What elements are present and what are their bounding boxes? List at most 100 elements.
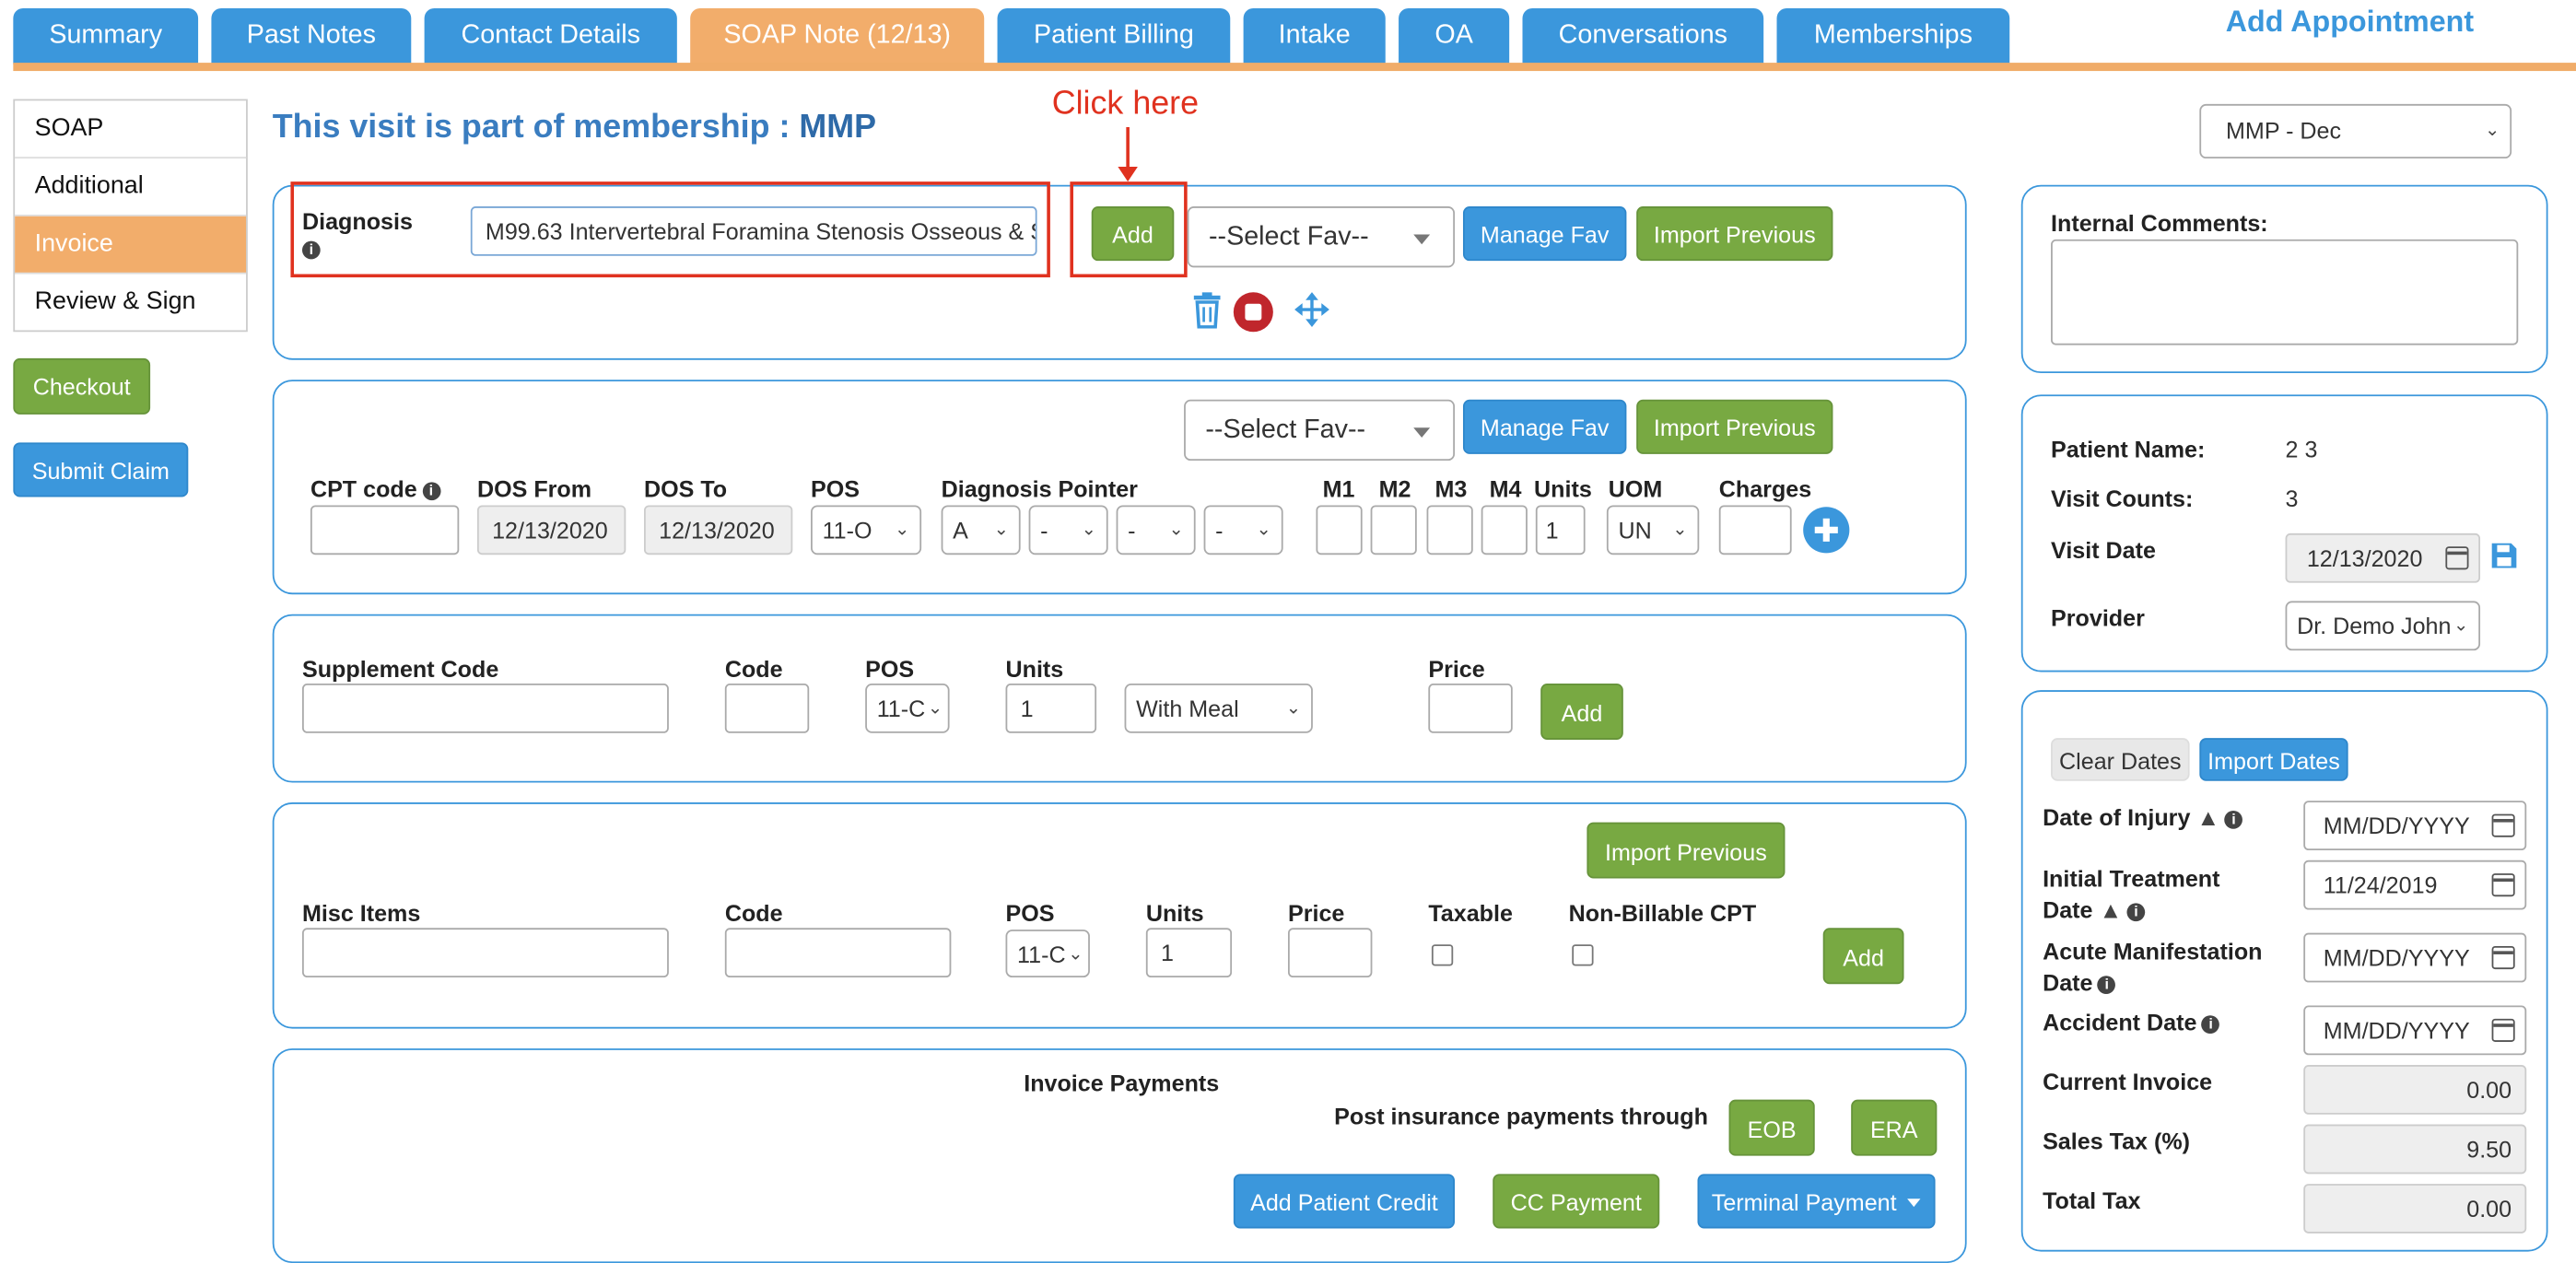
sales-tax-field: 9.50 bbox=[2303, 1124, 2527, 1175]
visit-counts-label: Visit Counts: bbox=[2051, 485, 2194, 512]
misc-import-previous-button[interactable]: Import Previous bbox=[1587, 822, 1786, 879]
side-menu-soap[interactable]: SOAP bbox=[15, 100, 247, 159]
supplement-units-input[interactable]: 1 bbox=[1005, 684, 1097, 733]
eob-button[interactable]: EOB bbox=[1728, 1099, 1815, 1156]
diagnosis-manage-fav-button[interactable]: Manage Fav bbox=[1462, 206, 1627, 262]
internal-comments-textarea[interactable] bbox=[2051, 239, 2519, 345]
cc-payment-button[interactable]: CC Payment bbox=[1493, 1174, 1660, 1229]
terminal-payment-label: Terminal Payment bbox=[1711, 1188, 1897, 1216]
pointer-a-value: A bbox=[953, 516, 968, 544]
misc-add-button[interactable]: Add bbox=[1822, 928, 1904, 985]
misc-price-label: Price bbox=[1287, 899, 1345, 927]
accident-date-input[interactable]: MM/DD/YYYY bbox=[2303, 1005, 2527, 1056]
cpt-manage-fav-button[interactable]: Manage Fav bbox=[1462, 399, 1627, 454]
chevron-down-icon: ⌄ bbox=[927, 698, 943, 719]
side-menu-review-sign[interactable]: Review & Sign bbox=[15, 275, 246, 331]
date-of-injury-input[interactable]: MM/DD/YYYY bbox=[2303, 801, 2527, 851]
tab-patient-billing[interactable]: Patient Billing bbox=[997, 7, 1231, 64]
cpt-select-fav[interactable]: --Select Fav-- bbox=[1184, 399, 1456, 462]
side-menu: SOAP Additional Invoice Review & Sign bbox=[13, 99, 248, 333]
stop-icon[interactable] bbox=[1232, 290, 1275, 333]
sales-tax-label: Sales Tax (%) bbox=[2043, 1128, 2191, 1154]
tab-soap-note[interactable]: SOAP Note (12/13) bbox=[690, 7, 985, 64]
supplement-price-input[interactable] bbox=[1428, 684, 1513, 733]
diagnosis-input[interactable]: M99.63 Intervertebral Foramina Stenosis … bbox=[470, 206, 1037, 256]
misc-pos-select[interactable]: 11-C ⌄ bbox=[1005, 930, 1090, 978]
clear-dates-button[interactable]: Clear Dates bbox=[2051, 738, 2190, 781]
supplement-pos-select[interactable]: 11-C ⌄ bbox=[865, 684, 950, 733]
dos-from-input[interactable]: 12/13/2020 bbox=[476, 505, 626, 555]
side-menu-invoice[interactable]: Invoice bbox=[15, 216, 247, 275]
uom-select[interactable]: UN ⌄ bbox=[1606, 505, 1700, 555]
dos-to-input[interactable]: 12/13/2020 bbox=[643, 505, 793, 555]
tab-conversations[interactable]: Conversations bbox=[1522, 7, 1764, 64]
chevron-down-icon: ⌄ bbox=[1081, 520, 1097, 541]
chevron-down-icon: ⌄ bbox=[2453, 615, 2469, 637]
m4-input[interactable] bbox=[1481, 505, 1528, 555]
acute-manifestation-input[interactable]: MM/DD/YYYY bbox=[2303, 932, 2527, 983]
save-icon[interactable] bbox=[2490, 542, 2518, 569]
charges-label: Charges bbox=[1718, 475, 1812, 502]
tab-oa[interactable]: OA bbox=[1399, 7, 1510, 64]
taxable-checkbox[interactable] bbox=[1431, 944, 1454, 966]
terminal-payment-button[interactable]: Terminal Payment bbox=[1697, 1174, 1936, 1229]
add-patient-credit-button[interactable]: Add Patient Credit bbox=[1233, 1174, 1456, 1229]
supplement-short-code-input[interactable] bbox=[724, 684, 810, 733]
move-icon[interactable] bbox=[1293, 290, 1330, 328]
cpt-pos-value: 11-O bbox=[822, 516, 872, 544]
accident-date-label-text: Accident Date bbox=[2043, 1009, 2197, 1035]
misc-price-input[interactable] bbox=[1287, 928, 1373, 978]
cpt-code-input[interactable] bbox=[310, 505, 460, 555]
supplement-code-input[interactable] bbox=[301, 684, 669, 733]
misc-code-input[interactable] bbox=[724, 928, 952, 978]
pointer-a-select[interactable]: A ⌄ bbox=[941, 505, 1021, 555]
cpt-import-previous-button[interactable]: Import Previous bbox=[1636, 399, 1833, 454]
units-input[interactable]: 1 bbox=[1535, 505, 1586, 555]
caret-down-icon bbox=[1907, 1199, 1922, 1208]
tab-contact-details[interactable]: Contact Details bbox=[424, 7, 677, 64]
m2-label: M2 bbox=[1378, 475, 1411, 502]
visit-date-input[interactable]: 12/13/2020 bbox=[2285, 532, 2481, 583]
injury-icon: ▲ bbox=[2092, 896, 2123, 923]
caret-down-icon bbox=[1413, 234, 1431, 245]
total-tax-field: 0.00 bbox=[2303, 1184, 2527, 1234]
pointer-b-select[interactable]: - ⌄ bbox=[1028, 505, 1108, 555]
tab-memberships[interactable]: Memberships bbox=[1776, 7, 2010, 64]
m3-input[interactable] bbox=[1426, 505, 1473, 555]
initial-treatment-input[interactable]: 11/24/2019 bbox=[2303, 860, 2527, 910]
diagnosis-select-fav[interactable]: --Select Fav-- bbox=[1187, 206, 1456, 268]
m2-input[interactable] bbox=[1370, 505, 1417, 555]
patient-name-label: Patient Name: bbox=[2051, 436, 2206, 462]
add-appointment-link[interactable]: Add Appointment bbox=[2193, 5, 2507, 40]
tab-past-notes[interactable]: Past Notes bbox=[211, 7, 412, 64]
submit-claim-button[interactable]: Submit Claim bbox=[13, 442, 189, 497]
tab-underline bbox=[13, 63, 2576, 72]
charges-input[interactable] bbox=[1718, 505, 1792, 555]
diagnosis-add-button[interactable]: Add bbox=[1091, 206, 1175, 262]
misc-units-input[interactable]: 1 bbox=[1145, 928, 1233, 978]
initial-treatment-value: 11/24/2019 bbox=[2323, 871, 2438, 899]
diagnosis-import-previous-button[interactable]: Import Previous bbox=[1636, 206, 1833, 262]
tab-summary[interactable]: Summary bbox=[13, 7, 199, 64]
supplement-add-button[interactable]: Add bbox=[1540, 684, 1623, 740]
misc-items-input[interactable] bbox=[301, 928, 669, 978]
side-menu-additional[interactable]: Additional bbox=[15, 158, 247, 216]
cpt-pos-select[interactable]: 11-O ⌄ bbox=[811, 505, 922, 555]
m1-input[interactable] bbox=[1316, 505, 1363, 555]
supplement-meal-select[interactable]: With Meal ⌄ bbox=[1124, 684, 1313, 733]
tab-intake[interactable]: Intake bbox=[1243, 7, 1386, 64]
non-billable-checkbox[interactable] bbox=[1572, 944, 1594, 966]
provider-select[interactable]: Dr. Demo John ⌄ bbox=[2285, 601, 2481, 651]
checkout-button[interactable]: Checkout bbox=[13, 357, 151, 415]
annotation-arrow-shaft bbox=[1126, 127, 1130, 172]
era-button[interactable]: ERA bbox=[1851, 1099, 1938, 1156]
dos-from-label: DOS From bbox=[476, 475, 592, 502]
diagnosis-pointer-label: Diagnosis Pointer bbox=[941, 475, 1138, 502]
pointer-c-select[interactable]: - ⌄ bbox=[1116, 505, 1196, 555]
trash-icon[interactable] bbox=[1192, 292, 1222, 329]
pointer-d-select[interactable]: - ⌄ bbox=[1203, 505, 1283, 555]
import-dates-button[interactable]: Import Dates bbox=[2199, 738, 2348, 781]
invoice-payments-title: Invoice Payments bbox=[1024, 1070, 1220, 1097]
add-circle-icon[interactable] bbox=[1801, 505, 1851, 555]
membership-select[interactable]: MMP - Dec ⌄ bbox=[2199, 103, 2512, 159]
